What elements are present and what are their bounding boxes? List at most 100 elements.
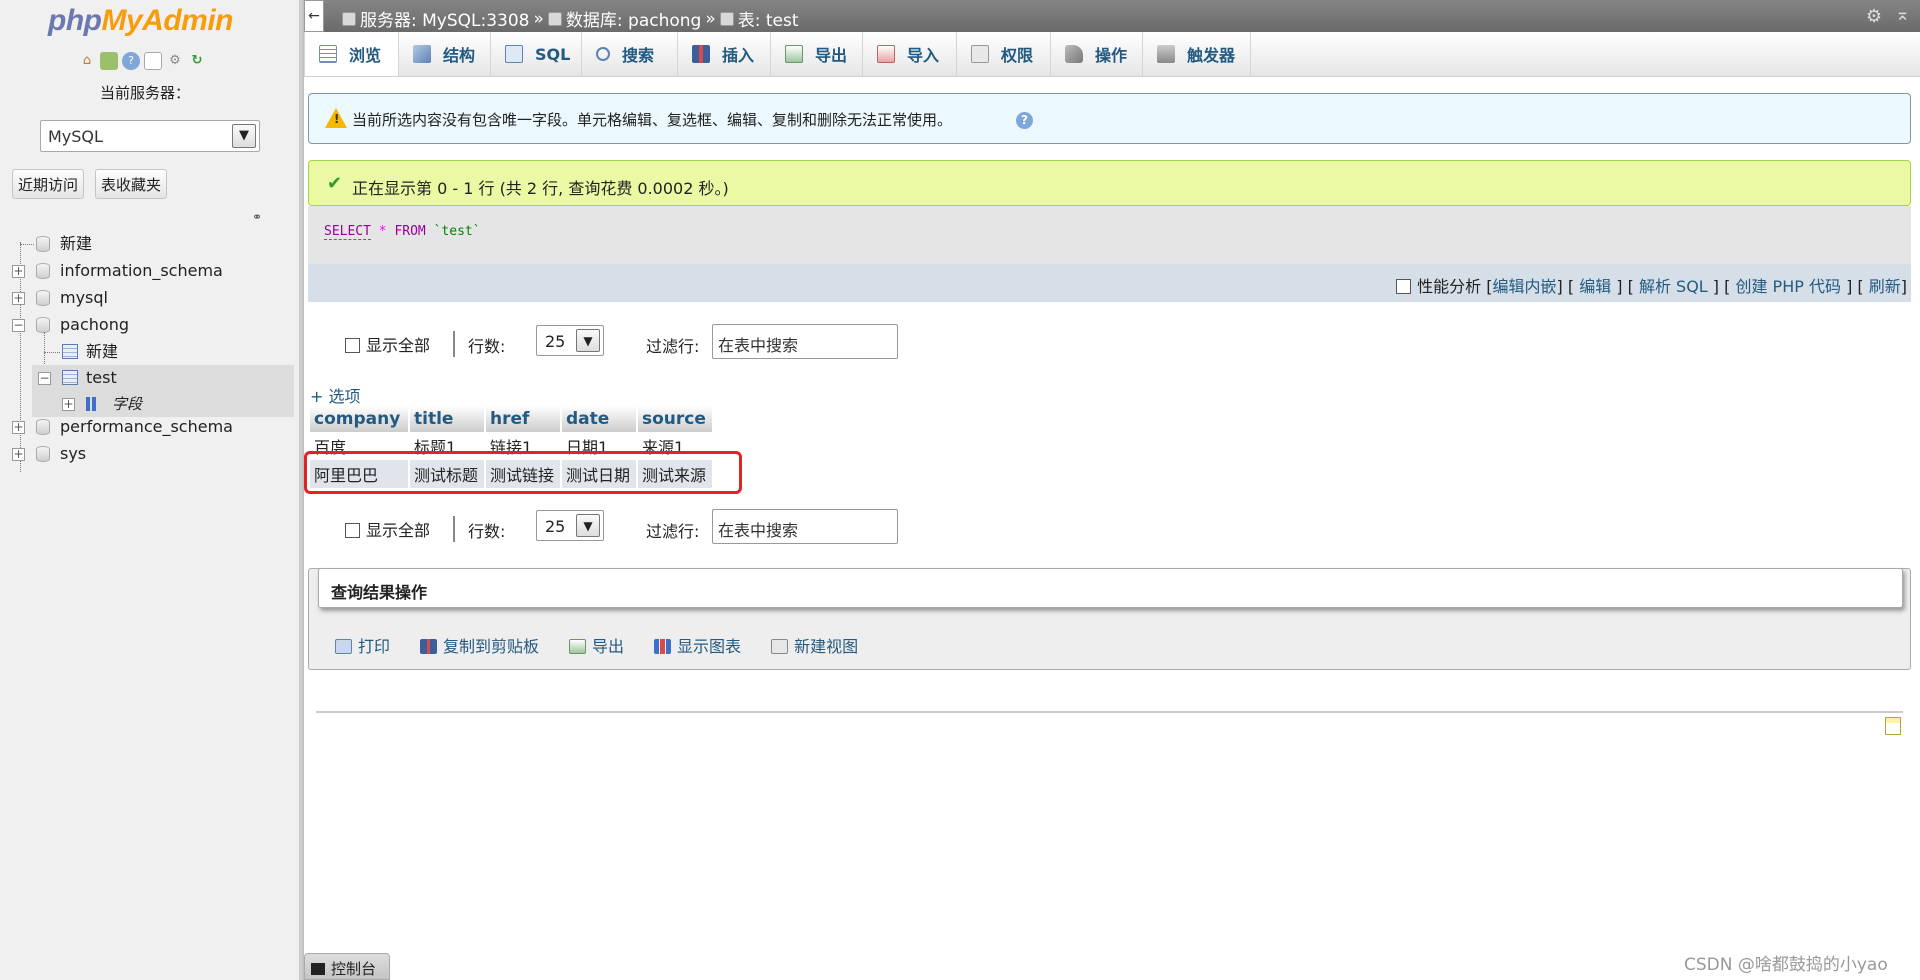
- tree-item-sys[interactable]: + sys: [12, 441, 292, 467]
- tab-triggers[interactable]: 触发器: [1143, 32, 1251, 76]
- sql-query-display[interactable]: SELECT * FROM `test`: [308, 206, 1911, 264]
- tab-structure[interactable]: 结构: [399, 32, 491, 76]
- docs-icon[interactable]: [144, 52, 162, 70]
- tree-item-pachong-new[interactable]: 新建: [62, 339, 290, 365]
- tab-browse[interactable]: 浏览: [304, 32, 399, 76]
- page-settings-icon[interactable]: [1885, 717, 1901, 735]
- tree-item-performance-schema[interactable]: + performance_schema: [12, 414, 292, 440]
- expand-icon[interactable]: +: [62, 398, 75, 411]
- tree-item-information-schema[interactable]: + information_schema: [12, 258, 292, 284]
- breadcrumb-server[interactable]: 服务器: MySQL:3308: [360, 6, 530, 31]
- show-all-checkbox[interactable]: [345, 338, 360, 353]
- tab-insert[interactable]: 插入: [678, 32, 771, 76]
- warning-icon: !: [325, 108, 347, 128]
- edit-link[interactable]: 编辑: [1579, 277, 1611, 296]
- collapse-icon[interactable]: −: [12, 319, 25, 332]
- database-icon: [36, 419, 50, 435]
- highlight-box: [304, 451, 742, 494]
- nav-icon-bar: ⌂ ? ⚙ ↻: [78, 52, 206, 70]
- breadcrumb-bar: ← 服务器: MySQL:3308 » 数据库: pachong » 表: te…: [304, 0, 1920, 32]
- settings-icon[interactable]: ⚙: [166, 52, 184, 70]
- options-link[interactable]: + 选项: [310, 383, 361, 407]
- logout-icon[interactable]: [100, 52, 118, 70]
- database-icon: [547, 11, 562, 26]
- gear-icon[interactable]: ⚙: [1866, 6, 1882, 27]
- tree-item-pachong[interactable]: − pachong: [12, 312, 292, 338]
- favorite-tables-button[interactable]: 表收藏夹: [95, 169, 168, 199]
- tree-item-table-test[interactable]: − test: [32, 365, 294, 391]
- show-all-checkbox[interactable]: [345, 523, 360, 538]
- breadcrumb: 服务器: MySQL:3308 » 数据库: pachong » 表: test: [342, 6, 799, 31]
- copy-to-clipboard-link[interactable]: 复制到剪贴板: [420, 633, 539, 657]
- chevron-down-icon: ▼: [232, 124, 256, 148]
- breadcrumb-database[interactable]: 数据库: pachong: [566, 6, 701, 31]
- profiling-checkbox[interactable]: [1396, 279, 1412, 294]
- column-header-href[interactable]: href: [485, 406, 562, 432]
- query-results-operations: 查询结果操作 打印 复制到剪贴板 导出 显示图表 新建视图: [308, 568, 1911, 670]
- console-icon: [311, 963, 325, 975]
- reload-icon[interactable]: ↻: [188, 52, 206, 70]
- phpmyadmin-logo[interactable]: phpMyAdmin: [48, 4, 233, 38]
- expand-icon[interactable]: +: [12, 421, 25, 434]
- chevron-down-icon: ▼: [576, 514, 600, 537]
- collapse-window-icon[interactable]: ⌅: [1895, 4, 1910, 25]
- column-header-source[interactable]: source: [637, 406, 714, 432]
- column-header-date[interactable]: date: [561, 406, 638, 432]
- breadcrumb-table[interactable]: 表: test: [738, 6, 799, 31]
- expand-icon[interactable]: +: [12, 292, 25, 305]
- column-header-title[interactable]: title: [409, 406, 486, 432]
- operations-title: 查询结果操作: [318, 568, 1903, 608]
- notice-message: ! 当前所选内容没有包含唯一字段。单元格编辑、复选框、编辑、复制和删除无法正常使…: [308, 93, 1911, 144]
- create-php-code-link[interactable]: 创建 PHP 代码: [1735, 277, 1841, 296]
- database-icon: [36, 290, 50, 306]
- rows-per-page-select[interactable]: 25 ▼: [536, 325, 604, 356]
- filter-rows-input[interactable]: 在表中搜索: [712, 509, 898, 544]
- divider: [316, 711, 1903, 713]
- help-icon[interactable]: ?: [1016, 112, 1033, 129]
- new-db-icon: [36, 236, 50, 252]
- chart-icon: [654, 639, 672, 654]
- server-select[interactable]: MySQL ▼: [40, 120, 260, 152]
- tab-search[interactable]: 搜索: [582, 32, 678, 76]
- edit-inline-link[interactable]: 编辑内嵌: [1493, 277, 1557, 296]
- pager-top: 显示全部 行数: 25 ▼ 过滤行: 在表中搜索: [340, 323, 900, 363]
- browse-icon: [319, 45, 337, 63]
- column-header-company[interactable]: company: [310, 406, 410, 432]
- show-all-option[interactable]: 显示全部: [345, 517, 430, 541]
- database-icon: [36, 263, 50, 279]
- console-tab[interactable]: 控制台: [304, 953, 390, 980]
- current-server-label: 当前服务器：: [99, 84, 190, 102]
- filter-rows-input[interactable]: 在表中搜索: [712, 324, 898, 359]
- watermark: CSDN @啥都鼓捣的小yao: [1684, 955, 1888, 975]
- show-all-option[interactable]: 显示全部: [345, 332, 430, 356]
- create-view-link[interactable]: 新建视图: [771, 633, 858, 657]
- export-icon: [785, 45, 803, 63]
- link-icon[interactable]: ⚭: [252, 210, 262, 224]
- database-icon: [36, 317, 50, 333]
- display-chart-link[interactable]: 显示图表: [654, 633, 741, 657]
- wrench-icon: [1065, 45, 1083, 63]
- home-icon[interactable]: ⌂: [78, 52, 96, 70]
- sql-icon: [505, 45, 523, 63]
- recent-tables-button[interactable]: 近期访问: [12, 169, 85, 199]
- help-icon[interactable]: ?: [122, 52, 140, 70]
- refresh-link[interactable]: 刷新: [1869, 277, 1901, 296]
- expand-icon[interactable]: +: [12, 448, 25, 461]
- rows-per-page-select[interactable]: 25 ▼: [536, 510, 604, 541]
- tab-import[interactable]: 导入: [863, 32, 957, 76]
- tab-export[interactable]: 导出: [771, 32, 863, 76]
- sql-actions-bar: 性能分析 [编辑内嵌] [ 编辑 ] [ 解析 SQL ] [ 创建 PHP 代…: [308, 264, 1911, 302]
- back-arrow-icon[interactable]: ←: [304, 0, 324, 32]
- explain-sql-link[interactable]: 解析 SQL: [1639, 277, 1708, 296]
- print-link[interactable]: 打印: [335, 633, 390, 657]
- tree-item-mysql[interactable]: + mysql: [12, 285, 292, 311]
- collapse-icon[interactable]: −: [38, 372, 51, 385]
- new-table-icon: [62, 344, 78, 359]
- expand-icon[interactable]: +: [12, 265, 25, 278]
- tab-privileges[interactable]: 权限: [957, 32, 1051, 76]
- tab-sql[interactable]: SQL: [491, 32, 582, 76]
- search-icon: [596, 47, 610, 61]
- navigation-panel: phpMyAdmin ⌂ ? ⚙ ↻ 当前服务器： MySQL ▼ 近期访问 表…: [0, 0, 300, 980]
- tab-operations[interactable]: 操作: [1051, 32, 1143, 76]
- export-link[interactable]: 导出: [569, 633, 624, 657]
